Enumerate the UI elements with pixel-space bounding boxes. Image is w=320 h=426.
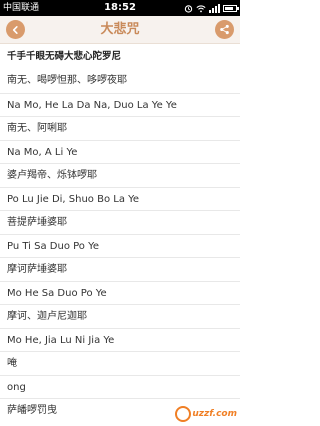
status-icons bbox=[184, 0, 239, 16]
share-button[interactable] bbox=[215, 20, 234, 39]
sutra-line: Mo He Sa Duo Po Ye bbox=[0, 280, 240, 305]
sutra-line: 摩诃萨埵婆耶 bbox=[0, 257, 240, 281]
page-title: 大悲咒 bbox=[100, 22, 140, 37]
battery-icon bbox=[223, 4, 239, 12]
sutra-line: 南无、喝啰怛那、哆啰夜耶 bbox=[7, 75, 127, 86]
share-icon bbox=[220, 24, 229, 35]
sutra-subtitle: 千手千眼无碍大悲心陀罗尼 bbox=[7, 51, 122, 62]
sutra-line: Na Mo, He La Da Na, Duo La Ye Ye bbox=[0, 92, 240, 117]
sutra-line: Mo He, Jia Lu Ni Jia Ye bbox=[0, 327, 240, 352]
sutra-line: ong bbox=[0, 374, 240, 399]
sutra-line: Na Mo, A Li Ye bbox=[0, 139, 240, 164]
sutra-line: 婆卢羯帝、烁钵啰耶 bbox=[0, 163, 240, 187]
sutra-line: 摩诃、迦卢尼迦耶 bbox=[0, 304, 240, 328]
sutra-line: 唵 bbox=[0, 351, 240, 375]
watermark-text: uzzf.com bbox=[192, 409, 237, 419]
site-watermark: uzzf.com bbox=[175, 405, 237, 423]
alarm-icon bbox=[184, 4, 193, 13]
sutra-line: Po Lu Jie Di, Shuo Bo La Ye bbox=[0, 186, 240, 211]
watermark-logo-icon bbox=[175, 406, 192, 422]
signal-icon bbox=[209, 3, 220, 13]
sutra-lines-list: 南无、喝啰怛那、哆啰夜耶 Na Mo, He La Da Na, Duo La Y… bbox=[0, 69, 240, 422]
sutra-line: 菩提萨埵婆耶 bbox=[0, 210, 240, 234]
sutra-line: Pu Ti Sa Duo Po Ye bbox=[0, 233, 240, 258]
sutra-line: 南无、阿唎耶 bbox=[0, 116, 240, 140]
status-bar: 中国联通 18:52 bbox=[0, 0, 240, 16]
app-bar: 大悲咒 bbox=[0, 16, 240, 44]
wifi-icon bbox=[196, 4, 206, 12]
content-area[interactable]: 千手千眼无碍大悲心陀罗尼 南无、喝啰怛那、哆啰夜耶 Na Mo, He La Da… bbox=[0, 44, 240, 422]
